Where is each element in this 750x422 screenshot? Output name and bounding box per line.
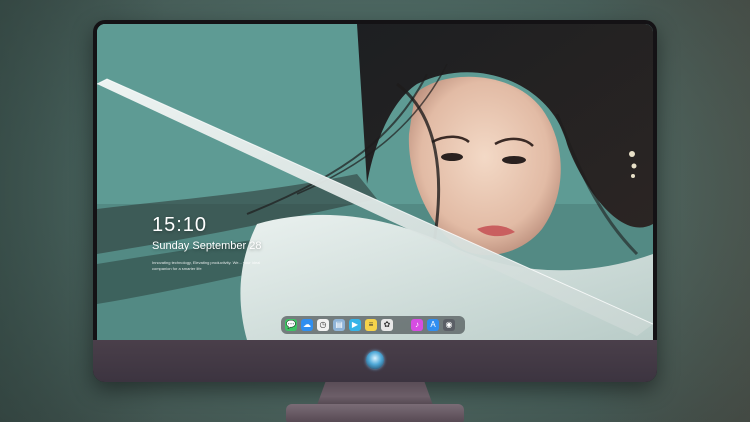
monitor-stand-base: [286, 404, 464, 422]
wallpaper: [97, 24, 653, 340]
brand-logo-icon: [366, 351, 384, 369]
clock-icon[interactable]: ◷: [317, 319, 329, 331]
lock-screen-tagline: Innovating technology, Elevating product…: [152, 260, 261, 271]
messages-icon[interactable]: 💬: [285, 319, 297, 331]
background: 15:10 Sunday September 28 Innovating tec…: [0, 0, 750, 422]
music-icon[interactable]: ♪: [411, 319, 423, 331]
lock-screen-date: Sunday September 28: [152, 240, 262, 252]
preview-icon[interactable]: ▤: [333, 319, 345, 331]
photos-icon[interactable]: ✿: [381, 319, 393, 331]
video-icon[interactable]: ▶: [349, 319, 361, 331]
app-store-icon[interactable]: A: [427, 319, 439, 331]
camera-icon[interactable]: ◉: [443, 319, 455, 331]
screen: 15:10 Sunday September 28 Innovating tec…: [97, 24, 653, 340]
finder-icon[interactable]: ☁: [301, 319, 313, 331]
notes-icon[interactable]: ≡: [365, 319, 377, 331]
lock-screen-time: 15:10: [152, 214, 208, 236]
monitor: 15:10 Sunday September 28 Innovating tec…: [93, 20, 657, 382]
dock: 💬 ☁ ◷ ▤ ▶ ≡ ✿ ♪ A ◉: [281, 316, 465, 334]
